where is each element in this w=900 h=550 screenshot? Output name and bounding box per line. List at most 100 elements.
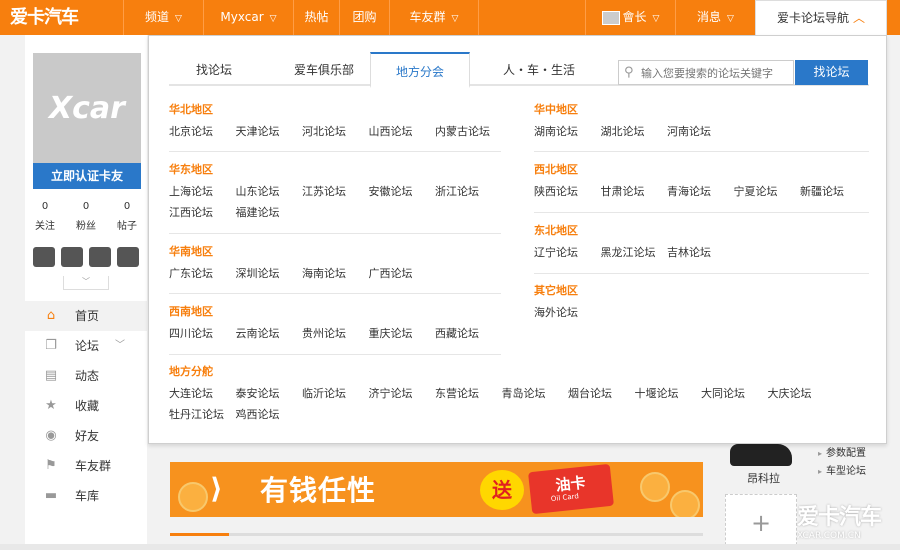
- forum-link[interactable]: 青岛论坛: [502, 385, 546, 401]
- region-title[interactable]: 华中地区: [534, 101, 578, 119]
- forum-link[interactable]: 新疆论坛: [800, 183, 844, 199]
- region-title[interactable]: 东北地区: [534, 222, 578, 240]
- region-title[interactable]: 其它地区: [534, 282, 578, 300]
- nav-group-buy[interactable]: 团购: [339, 0, 389, 35]
- xcar-logo[interactable]: 爱卡汽车: [10, 6, 79, 30]
- forum-link[interactable]: 浙江论坛: [435, 183, 479, 199]
- forum-link[interactable]: 济宁论坛: [369, 385, 413, 401]
- model-forum-link[interactable]: 车型论坛: [818, 462, 866, 477]
- forum-link[interactable]: 河南论坛: [667, 123, 711, 139]
- forum-link[interactable]: 湖北论坛: [601, 123, 645, 139]
- forum-link[interactable]: 湖南论坛: [534, 123, 578, 139]
- tab-local-chapters[interactable]: 地方分会: [370, 52, 470, 88]
- badge-icon[interactable]: [33, 247, 55, 267]
- forum-link[interactable]: 青海论坛: [667, 183, 711, 199]
- sidebar-item-activity[interactable]: ▤ 动态: [25, 361, 147, 391]
- region-title[interactable]: 华南地区: [169, 243, 213, 261]
- forum-link[interactable]: 十堰论坛: [635, 385, 679, 401]
- nav-channel[interactable]: 频道 ▽: [123, 0, 203, 35]
- forum-link[interactable]: 甘肃论坛: [601, 183, 645, 199]
- forum-link[interactable]: 安徽论坛: [369, 183, 413, 199]
- forum-link[interactable]: 陕西论坛: [534, 183, 578, 199]
- forum-link[interactable]: 内蒙古论坛: [435, 123, 490, 139]
- nav-user-menu[interactable]: 會长 ▽: [585, 0, 675, 35]
- forum-link[interactable]: 辽宁论坛: [534, 244, 578, 260]
- forum-link[interactable]: 江西论坛: [169, 204, 213, 220]
- forum-link[interactable]: 鸡西论坛: [236, 406, 280, 422]
- tab-car-club[interactable]: 爱车俱乐部: [269, 52, 379, 86]
- forum-link[interactable]: 大庆论坛: [768, 385, 812, 401]
- spec-config-link[interactable]: 参数配置: [818, 444, 866, 459]
- forum-link[interactable]: 烟台论坛: [568, 385, 612, 401]
- forum-search-input[interactable]: [641, 64, 791, 82]
- sidebar-item-home[interactable]: ⌂ 首页: [25, 301, 147, 331]
- xcar-watermark: 爱卡汽车 XCAR.COM.CN: [797, 506, 897, 546]
- tab-life[interactable]: 人・车・生活: [479, 52, 599, 86]
- sidebar-item-forum[interactable]: ❐ 论坛 ﹀: [25, 331, 147, 361]
- forum-link[interactable]: 北京论坛: [169, 123, 213, 139]
- promo-banner[interactable]: ⟩ 有钱任性 送 油卡 Oil Card: [170, 462, 703, 517]
- divider: [534, 151, 869, 152]
- sidebar-item-favorites[interactable]: ★ 收藏: [25, 391, 147, 421]
- nav-hot-posts[interactable]: 热帖: [293, 0, 339, 35]
- tab-find-forum[interactable]: 找论坛: [169, 52, 259, 86]
- sidebar-item-car-club[interactable]: ⚑ 车友群: [25, 451, 147, 481]
- forum-link[interactable]: 牡丹江论坛: [169, 406, 224, 422]
- forum-link[interactable]: 大连论坛: [169, 385, 213, 401]
- oil-card-graphic: 油卡 Oil Card: [528, 463, 614, 515]
- stat-posts[interactable]: 0 帖子: [109, 197, 145, 237]
- car-image[interactable]: [730, 444, 792, 466]
- forum-link[interactable]: 广东论坛: [169, 265, 213, 281]
- forum-link[interactable]: 海南论坛: [302, 265, 346, 281]
- verify-user-button[interactable]: 立即认证卡友: [33, 163, 141, 189]
- forum-link[interactable]: 泰安论坛: [236, 385, 280, 401]
- sidebar-item-garage[interactable]: ▬ 车库: [25, 481, 147, 511]
- chat-icon: ▤: [44, 368, 58, 383]
- banner-gift: 送: [480, 470, 524, 510]
- forum-link[interactable]: 云南论坛: [236, 325, 280, 341]
- region-title[interactable]: 西北地区: [534, 161, 578, 179]
- region-title[interactable]: 华北地区: [169, 101, 213, 119]
- forum-link[interactable]: 重庆论坛: [369, 325, 413, 341]
- nav-car-club-group[interactable]: 车友群 ▽: [389, 0, 479, 35]
- stat-followers[interactable]: 0 粉丝: [68, 197, 104, 237]
- forum-link[interactable]: 黑龙江论坛: [601, 244, 656, 260]
- nav-messages[interactable]: 消息 ▽: [675, 0, 755, 35]
- forum-link[interactable]: 深圳论坛: [236, 265, 280, 281]
- region-title[interactable]: 地方分舵: [169, 363, 213, 381]
- region-title[interactable]: 华东地区: [169, 161, 213, 179]
- forum-link[interactable]: 宁夏论坛: [734, 183, 778, 199]
- forum-link[interactable]: 上海论坛: [169, 183, 213, 199]
- chevron-down-icon: ▽: [175, 14, 182, 24]
- stat-following[interactable]: 0 关注: [27, 197, 63, 237]
- forum-link[interactable]: 广西论坛: [369, 265, 413, 281]
- sidebar-item-friends[interactable]: ◉ 好友: [25, 421, 147, 451]
- forum-link[interactable]: 吉林论坛: [667, 244, 711, 260]
- forum-guide-dropdown: 找论坛 爱车俱乐部 地方分会 人・车・生活 ⚲ 找论坛 华北地区北京论坛 天津论坛…: [148, 35, 887, 444]
- forum-link[interactable]: 贵州论坛: [302, 325, 346, 341]
- badge-icon[interactable]: [117, 247, 139, 267]
- forum-link[interactable]: 西藏论坛: [435, 325, 479, 341]
- region-block: 华中地区湖南论坛 湖北论坛 河南论坛: [534, 101, 711, 138]
- forum-link[interactable]: 福建论坛: [236, 204, 280, 220]
- add-car-button[interactable]: +: [725, 494, 797, 550]
- phone-badge-icon[interactable]: [89, 247, 111, 267]
- forum-link[interactable]: 山东论坛: [236, 183, 280, 199]
- forum-link[interactable]: 东营论坛: [435, 385, 479, 401]
- expand-profile-toggle[interactable]: ﹀: [63, 276, 109, 290]
- region-title[interactable]: 西南地区: [169, 303, 213, 321]
- nav-myxcar[interactable]: Myxcar ▽: [203, 0, 293, 35]
- forum-link[interactable]: 大同论坛: [701, 385, 745, 401]
- car-name[interactable]: 昂科拉: [747, 470, 780, 486]
- forum-link[interactable]: 临沂论坛: [302, 385, 346, 401]
- forum-link[interactable]: 天津论坛: [236, 123, 280, 139]
- forum-guide-button[interactable]: 爱卡论坛导航 ︿: [755, 0, 887, 35]
- forum-link[interactable]: 江苏论坛: [302, 183, 346, 199]
- forum-link[interactable]: 海外论坛: [534, 304, 578, 320]
- find-forum-button[interactable]: 找论坛: [795, 60, 868, 85]
- forum-link[interactable]: 河北论坛: [302, 123, 346, 139]
- forum-link[interactable]: 四川论坛: [169, 325, 213, 341]
- badge-icon[interactable]: [61, 247, 83, 267]
- forum-link[interactable]: 山西论坛: [369, 123, 413, 139]
- profile-image[interactable]: Xcar: [33, 53, 141, 163]
